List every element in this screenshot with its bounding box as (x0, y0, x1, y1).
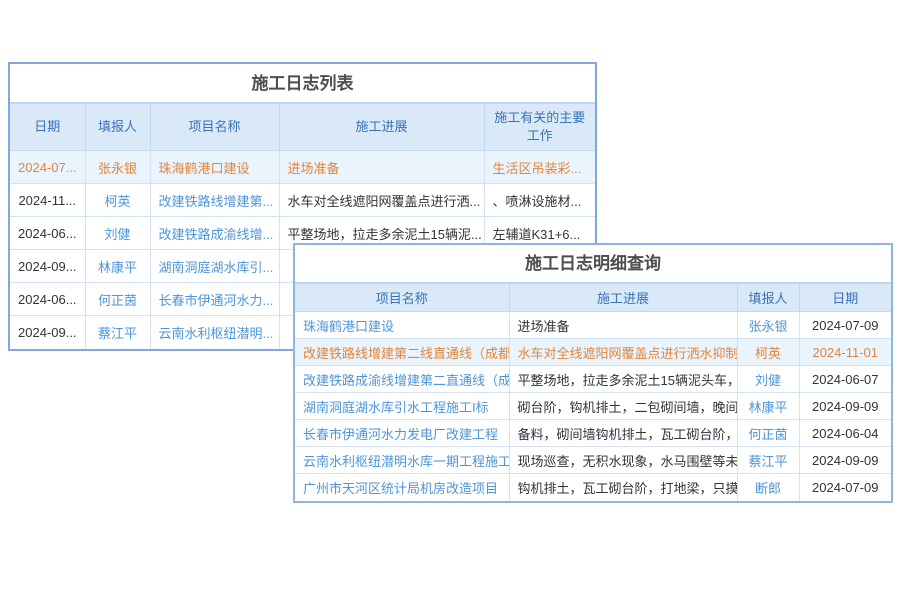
cell-reporter[interactable]: 柯英 (737, 339, 799, 366)
cell-reporter[interactable]: 刘健 (737, 366, 799, 393)
cell-progress: 钩机排土，瓦工砌台阶，打地梁，只摸... (509, 474, 737, 501)
column-header-progress: 施工进展 (279, 104, 484, 151)
table-row[interactable]: 改建铁路线增建第二线直通线（成都-西 水车对全线遮阳网覆盖点进行洒水抑制... … (295, 339, 891, 366)
cell-project-link[interactable]: 改建铁路线增建第... (150, 184, 279, 217)
cell-reporter[interactable]: 柯英 (85, 184, 150, 217)
cell-project-link[interactable]: 改建铁路线增建第二线直通线（成都-西 (295, 339, 509, 366)
cell-project-link[interactable]: 云南水利枢纽潜明... (150, 316, 279, 349)
cell-progress: 现场巡查，无积水现象，水马围壁等未... (509, 447, 737, 474)
cell-date: 2024-09-09 (799, 393, 891, 420)
column-header-main-work: 施工有关的主要工作 (484, 104, 595, 151)
column-header-date: 日期 (799, 284, 891, 312)
cell-project-link[interactable]: 湖南洞庭湖水库引... (150, 250, 279, 283)
table-row[interactable]: 改建铁路成渝线增建第二直通线（成渝 平整场地，拉走多余泥土15辆泥头车，... … (295, 366, 891, 393)
cell-date: 2024-09... (10, 316, 85, 349)
list-table-title: 施工日志列表 (10, 64, 595, 103)
cell-progress: 备料，砌间墙钩机排土，瓦工砌台阶，... (509, 420, 737, 447)
cell-project-link[interactable]: 广州市天河区统计局机房改造项目 (295, 474, 509, 501)
table-row[interactable]: 2024-11... 柯英 改建铁路线增建第... 水车对全线遮阳网覆盖点进行洒… (10, 184, 595, 217)
cell-project-link[interactable]: 改建铁路成渝线增建第二直通线（成渝 (295, 366, 509, 393)
cell-project-link[interactable]: 湖南洞庭湖水库引水工程施工I标 (295, 393, 509, 420)
cell-date: 2024-07... (10, 151, 85, 184)
cell-reporter[interactable]: 林康平 (85, 250, 150, 283)
table-row[interactable]: 湖南洞庭湖水库引水工程施工I标 砌台阶，钩机排土，二包砌间墙，晚间... 林康平… (295, 393, 891, 420)
cell-date: 2024-06... (10, 283, 85, 316)
column-header-progress: 施工进展 (509, 284, 737, 312)
cell-project-link[interactable]: 改建铁路成渝线增... (150, 217, 279, 250)
cell-reporter[interactable]: 何正茵 (85, 283, 150, 316)
cell-progress: 砌台阶，钩机排土，二包砌间墙，晚间... (509, 393, 737, 420)
column-header-date: 日期 (10, 104, 85, 151)
cell-main-work: 、喷淋设施材... (484, 184, 595, 217)
construction-log-detail-table: 项目名称 施工进展 填报人 日期 珠海鹤港口建设 进场准备 张永银 2024-0… (295, 283, 891, 501)
cell-date: 2024-07-09 (799, 474, 891, 501)
cell-reporter[interactable]: 林康平 (737, 393, 799, 420)
cell-date: 2024-11... (10, 184, 85, 217)
cell-date: 2024-07-09 (799, 312, 891, 339)
cell-project-link[interactable]: 珠海鹤港口建设 (150, 151, 279, 184)
cell-project-link[interactable]: 长春市伊通河水力发电厂改建工程 (295, 420, 509, 447)
table-row[interactable]: 长春市伊通河水力发电厂改建工程 备料，砌间墙钩机排土，瓦工砌台阶，... 何正茵… (295, 420, 891, 447)
table-row[interactable]: 珠海鹤港口建设 进场准备 张永银 2024-07-09 (295, 312, 891, 339)
cell-reporter[interactable]: 张永银 (737, 312, 799, 339)
cell-project-link[interactable]: 珠海鹤港口建设 (295, 312, 509, 339)
cell-reporter[interactable]: 蔡江平 (737, 447, 799, 474)
cell-date: 2024-09-09 (799, 447, 891, 474)
column-header-reporter: 填报人 (737, 284, 799, 312)
table-row[interactable]: 2024-07... 张永银 珠海鹤港口建设 进场准备 生活区吊装彩... (10, 151, 595, 184)
cell-progress: 进场准备 (509, 312, 737, 339)
cell-date: 2024-11-01 (799, 339, 891, 366)
cell-project-link[interactable]: 云南水利枢纽潜明水库一期工程施工II标 (295, 447, 509, 474)
detail-table-title: 施工日志明细查询 (295, 245, 891, 283)
cell-reporter[interactable]: 蔡江平 (85, 316, 150, 349)
table-header-row: 日期 填报人 项目名称 施工进展 施工有关的主要工作 (10, 104, 595, 151)
cell-progress: 水车对全线遮阳网覆盖点进行洒... (279, 184, 484, 217)
cell-date: 2024-06... (10, 217, 85, 250)
cell-reporter[interactable]: 何正茵 (737, 420, 799, 447)
cell-main-work: 生活区吊装彩... (484, 151, 595, 184)
cell-reporter[interactable]: 刘健 (85, 217, 150, 250)
cell-reporter[interactable]: 断郎 (737, 474, 799, 501)
table-header-row: 项目名称 施工进展 填报人 日期 (295, 284, 891, 312)
cell-progress: 进场准备 (279, 151, 484, 184)
table-row[interactable]: 广州市天河区统计局机房改造项目 钩机排土，瓦工砌台阶，打地梁，只摸... 断郎 … (295, 474, 891, 501)
cell-date: 2024-09... (10, 250, 85, 283)
construction-log-detail-panel: 施工日志明细查询 项目名称 施工进展 填报人 日期 珠海鹤港口建设 进场准备 张… (293, 243, 893, 503)
column-header-project: 项目名称 (150, 104, 279, 151)
cell-date: 2024-06-07 (799, 366, 891, 393)
cell-reporter[interactable]: 张永银 (85, 151, 150, 184)
cell-project-link[interactable]: 长春市伊通河水力... (150, 283, 279, 316)
column-header-reporter: 填报人 (85, 104, 150, 151)
cell-date: 2024-06-04 (799, 420, 891, 447)
table-row[interactable]: 云南水利枢纽潜明水库一期工程施工II标 现场巡查，无积水现象，水马围壁等未...… (295, 447, 891, 474)
cell-progress: 平整场地，拉走多余泥土15辆泥头车，... (509, 366, 737, 393)
column-header-project: 项目名称 (295, 284, 509, 312)
cell-progress: 水车对全线遮阳网覆盖点进行洒水抑制... (509, 339, 737, 366)
